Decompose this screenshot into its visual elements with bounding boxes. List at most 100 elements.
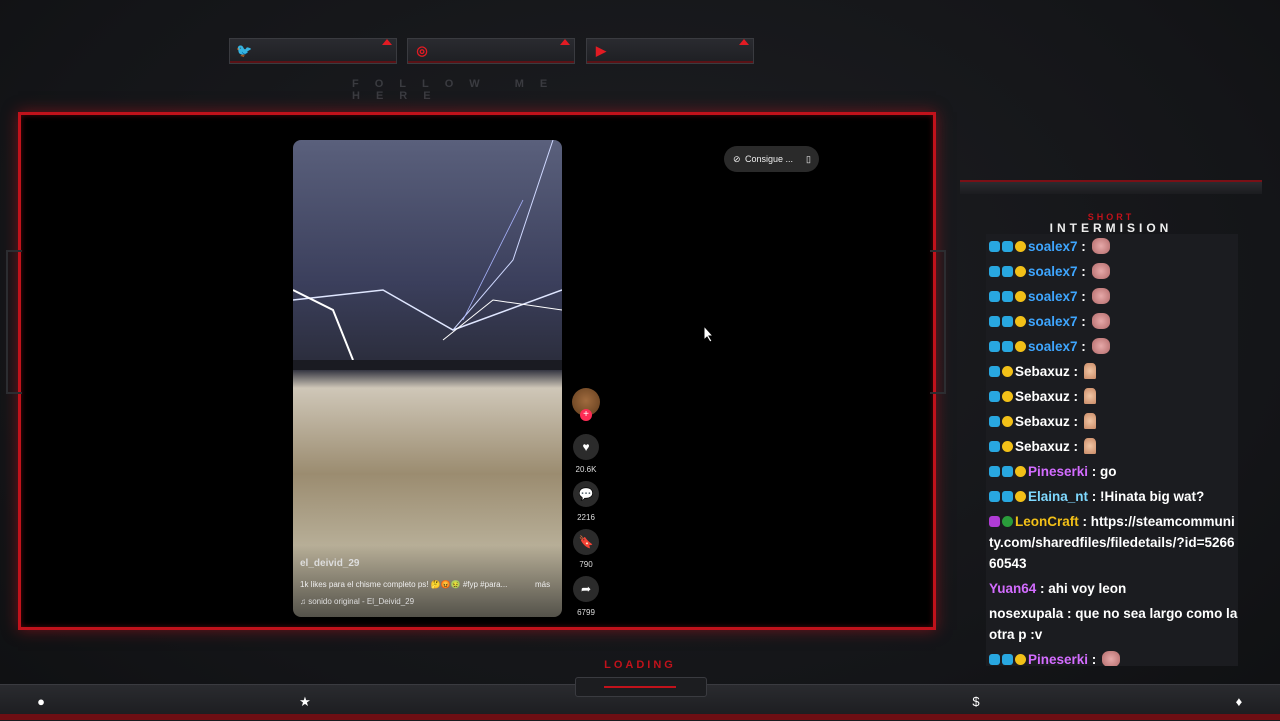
chat-message: soalex7 : [986,284,1238,309]
chat-username[interactable]: soalex7 [1028,264,1078,279]
tiktok-video[interactable] [293,140,562,617]
chat-username[interactable]: Sebaxuz [1015,414,1070,429]
social-triangle [382,39,392,45]
chat-username[interactable]: Sebaxuz [1015,389,1070,404]
chat-badge-icon [1002,316,1013,327]
face-emote-icon [1091,313,1110,329]
chat-username[interactable]: soalex7 [1028,339,1078,354]
social-triangle [739,39,749,45]
chat-message: Elaina_nt : !Hinata big wat? [986,484,1238,509]
user-icon: ● [37,694,45,709]
hand-emote-icon [1083,438,1096,454]
chat-badge-icon [1002,654,1013,665]
chat-badge-icon [1015,241,1026,252]
chat-panel-header-ornament [960,180,1262,194]
cracked-screen-image [293,140,562,370]
like-count: 20.6K [575,465,597,474]
comment-count: 2216 [577,513,595,522]
frame-left-ornament [6,250,22,394]
star-icon: ★ [299,694,311,709]
chat-username[interactable]: Sebaxuz [1015,439,1070,454]
chat-username[interactable]: LeonCraft [1015,514,1079,529]
chat-separator: : [1077,339,1090,354]
video-sound[interactable]: ♫ sonido original - El_Deivid_29 [300,597,414,606]
chat-badge-icon [989,654,1000,665]
chat-username[interactable]: soalex7 [1028,289,1078,304]
chat-title: INTERMISION [1049,221,1173,235]
chat-separator: : [1077,264,1090,279]
chat-badge-icon [989,391,1000,402]
chat-username[interactable]: Sebaxuz [1015,364,1070,379]
chat-badge-icon [1002,291,1013,302]
follow-plus-icon[interactable]: + [580,409,592,421]
twitter-bar[interactable]: 🐦 [229,38,397,64]
chat-badge-icon [989,466,1000,477]
chat-badge-icon [1015,341,1026,352]
chat-badge-icon [989,366,1000,377]
chat-badge-icon [989,516,1000,527]
dollar-icon: $ [972,694,980,709]
chat-badge-icon [1002,516,1013,527]
chat-badge-icon [989,491,1000,502]
chat-separator: : [1069,439,1082,454]
video-username[interactable]: el_deivid_29 [300,558,359,569]
chat-separator: : [1063,606,1076,621]
face-emote-icon [1102,651,1121,666]
chat-username[interactable]: Pineserki [1028,652,1088,666]
chat-username[interactable]: Elaina_nt [1028,489,1088,504]
share-button[interactable]: ➦ [573,576,599,602]
frame-right-ornament [930,250,946,394]
chat-message: Pineserki : go [986,459,1238,484]
youtube-bar[interactable]: ▶ [586,38,754,64]
chat-separator: : [1088,489,1101,504]
chat-badge-icon [1002,416,1013,427]
instagram-icon: ◎ [416,43,428,58]
chat-separator: : [1036,581,1049,596]
chat-username[interactable]: Yuan64 [989,581,1036,596]
chat-separator: : [1069,389,1082,404]
comment-button[interactable]: 💬 [573,481,599,507]
chat-badge-icon [1002,391,1013,402]
chat-badge-icon [989,416,1000,427]
chat-username[interactable]: Pineserki [1028,464,1088,479]
chat-text: ahi voy leon [1048,581,1127,596]
follow-me-text: FOLLOW ME HERE [352,78,564,102]
chat-badge-icon [989,316,1000,327]
face-emote-icon [1091,338,1110,354]
instagram-bar[interactable]: ◎ [407,38,575,64]
chat-message: nosexupala : que no sea largo como la ot… [986,601,1238,647]
chat-message: Sebaxuz : [986,384,1238,409]
caption-more-link[interactable]: más [535,580,550,589]
chat-badge-icon [1002,266,1013,277]
face-emote-icon [1091,288,1110,304]
save-count: 790 [579,560,593,569]
chat-badge-icon [989,241,1000,252]
like-button[interactable]: ♥ [573,434,599,460]
chat-separator: : [1077,314,1090,329]
chat-badge-icon [1015,316,1026,327]
chat-username[interactable]: soalex7 [1028,314,1078,329]
chat-message: soalex7 : [986,234,1238,259]
get-app-pill[interactable]: ⊘ Consigue ... ▯ [724,146,819,172]
chat-message: Sebaxuz : [986,359,1238,384]
chat-username[interactable]: nosexupala [989,606,1063,621]
chat-message: soalex7 : [986,309,1238,334]
chat-badge-icon [1015,266,1026,277]
chat-badge-icon [1015,654,1026,665]
chat-text: !Hinata big wat? [1100,489,1205,504]
chat-badge-icon [1002,366,1013,377]
chat-message: LeonCraft : https://steamcommunity.com/s… [986,509,1238,576]
chat-badge-icon [1015,491,1026,502]
chat-message: Sebaxuz : [986,409,1238,434]
drop-icon: ♦ [1235,694,1243,709]
face-emote-icon [1091,263,1110,279]
chat-separator: : [1069,364,1082,379]
chat-badge-icon [1015,291,1026,302]
save-button[interactable]: 🔖 [573,529,599,555]
chat-badge-icon [1015,466,1026,477]
chat-separator: : [1078,514,1091,529]
chat-badge-icon [1002,341,1013,352]
chat-badge-icon [989,291,1000,302]
chat-username[interactable]: soalex7 [1028,239,1078,254]
face-emote-icon [1091,238,1110,254]
